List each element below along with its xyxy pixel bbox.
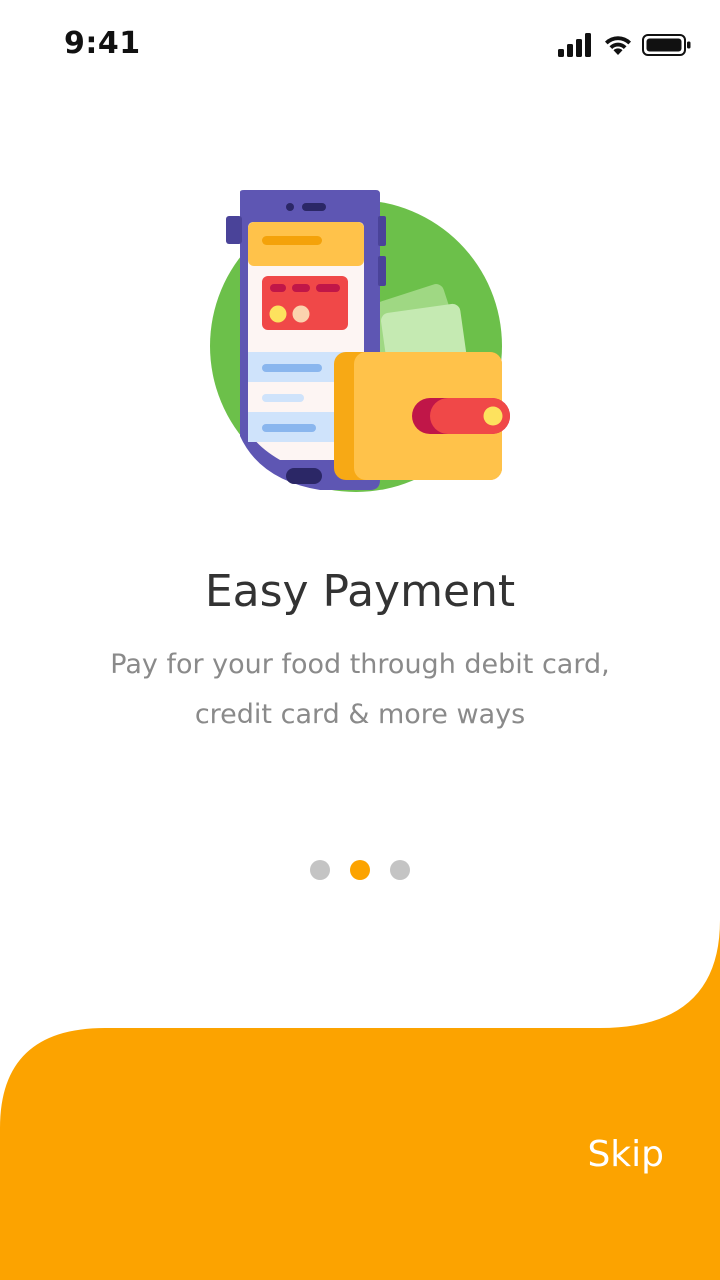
skip-button[interactable]: Skip [587,1134,664,1175]
onboarding-subtitle-line: Pay for your food through debit card, [110,649,610,680]
mobile-wallet-payment-illustration [210,190,510,492]
page-indicator [0,860,720,880]
onboarding-subtitle: Pay for your food through debit card, cr… [80,640,640,740]
bottom-wave-shape [0,920,720,1280]
cellular-signal-icon [558,33,591,57]
status-bar: 9:41 [0,0,720,92]
onboarding-title: Easy Payment [204,566,516,617]
onboarding-screen: 9:41 Easy Payment Pay for your food thro… [0,0,720,1280]
status-icons [558,30,692,60]
page-dot-1[interactable] [310,860,330,880]
page-dot-2-active[interactable] [350,860,370,880]
status-time: 9:41 [64,26,141,61]
page-dot-3[interactable] [390,860,410,880]
onboarding-subtitle-line: credit card & more ways [194,699,526,730]
battery-icon [642,34,691,56]
wifi-icon [605,36,631,55]
